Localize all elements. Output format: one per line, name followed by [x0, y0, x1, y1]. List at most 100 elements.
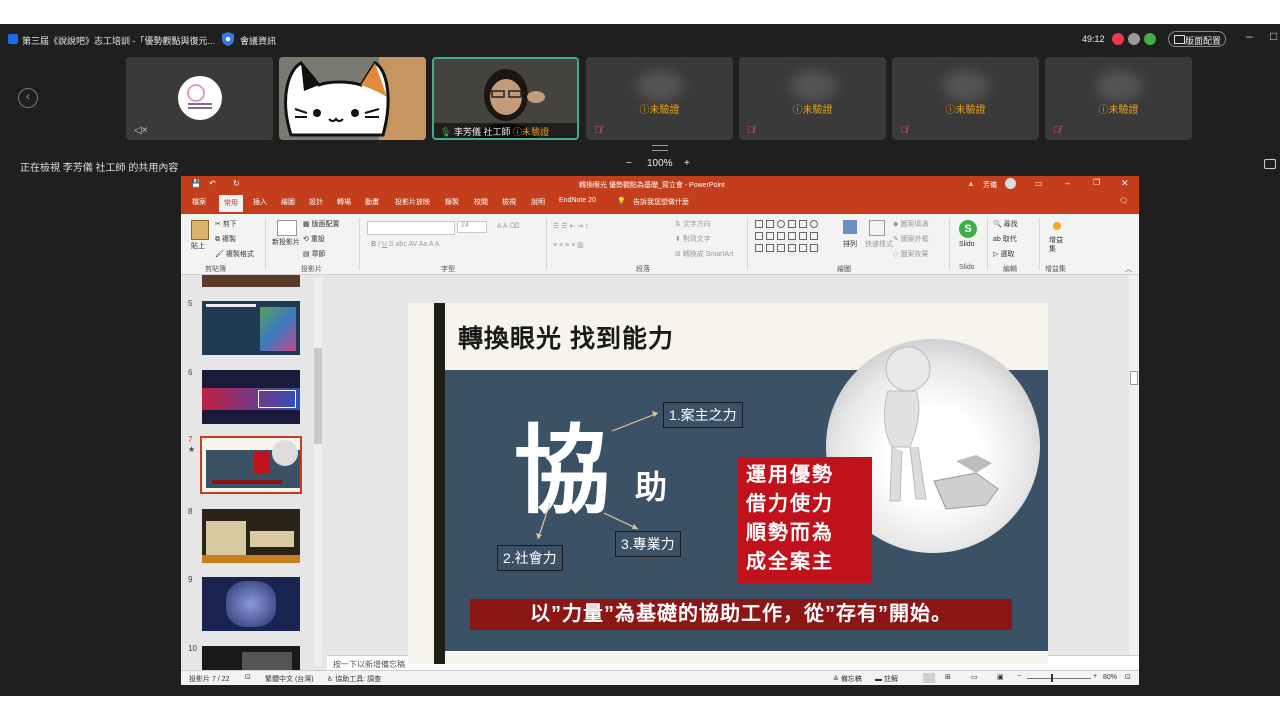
tab-home[interactable]: 常用 [219, 195, 243, 212]
tab-draw[interactable]: 繪圖 [281, 197, 295, 207]
resize-handle[interactable] [652, 145, 668, 151]
participant-tile-4[interactable]: ⓘ未驗證 🎙̸ [586, 57, 733, 140]
quick-styles-button[interactable]: 快速樣式 [865, 239, 893, 249]
current-slide[interactable]: 轉換眼光 找到能力 協 助 1.案主之力 2.社會力 3.專業力 運用優勢 借力… [408, 303, 1048, 664]
thumbnail-scrollbar[interactable] [314, 278, 322, 666]
reset-button[interactable]: ⟲ 重設 [303, 234, 325, 244]
slideshow-view-icon[interactable]: ▣ [997, 673, 1004, 681]
convert-smartart-button[interactable]: ⊞ 轉換成 SmartArt [675, 249, 733, 259]
find-button[interactable]: 🔍 尋找 [993, 219, 1018, 229]
participant-tile-5[interactable]: ⓘ未驗證 🎙̸ [739, 57, 886, 140]
slide-thumbnail-5[interactable] [202, 301, 300, 355]
align-buttons[interactable]: ≡ ≡ ≡ ≡ ▥ [553, 241, 584, 249]
participant-tile-logo[interactable]: ◁× [126, 57, 273, 140]
tab-design[interactable]: 設計 [309, 197, 323, 207]
zoom-out-icon[interactable]: − [1017, 673, 1021, 680]
settings-icon[interactable] [1128, 33, 1140, 45]
scrollbar-thumb[interactable] [1130, 371, 1138, 385]
font-size-field[interactable]: 24 [457, 221, 487, 233]
text-direction-button[interactable]: ⇅ 文字方向 [675, 219, 711, 229]
slide-thumbnail-9[interactable] [202, 577, 300, 631]
shape-outline-button[interactable]: ✎ 圖案外框 [893, 234, 929, 244]
slido-icon[interactable]: S [959, 220, 977, 238]
normal-view-icon[interactable] [923, 673, 935, 683]
participant-tile-7[interactable]: ⓘ未驗證 🎙̸ [1045, 57, 1192, 140]
tab-review[interactable]: 校閱 [474, 197, 488, 207]
participant-tile-cat[interactable] [279, 57, 426, 140]
comments-toggle-button[interactable]: ▬ 註解 [875, 674, 898, 684]
zoom-slider[interactable] [1027, 678, 1091, 679]
quick-styles-icon[interactable] [869, 220, 885, 236]
reading-view-icon[interactable]: ▭ [971, 673, 978, 681]
tab-transitions[interactable]: 轉場 [337, 197, 351, 207]
slide-thumbnail-6[interactable] [202, 370, 300, 424]
sorter-view-icon[interactable]: ⊞ [945, 673, 951, 681]
paste-icon[interactable] [191, 220, 209, 240]
shapes-gallery[interactable] [755, 220, 829, 254]
zoom-out-button[interactable]: − [626, 158, 632, 169]
slido-button[interactable]: Slido [959, 241, 975, 248]
addin-button[interactable]: 增益集 [1049, 236, 1065, 254]
meeting-info-link[interactable]: 會議資訊 [240, 34, 276, 47]
accessibility-status[interactable]: ♿ 協助工具: 調查 [327, 674, 381, 684]
slide-thumbnail-7-selected[interactable] [200, 436, 302, 494]
tab-record[interactable]: 錄製 [445, 197, 459, 207]
tab-view[interactable]: 檢視 [502, 197, 516, 207]
shape-effects-button[interactable]: ◇ 圖案效果 [893, 249, 928, 259]
language-status[interactable]: 繁體中文 (台灣) [265, 674, 314, 684]
spellcheck-icon[interactable]: ⊡ [245, 673, 251, 681]
fit-slide-icon[interactable]: ⊡ [1125, 673, 1131, 681]
cut-button[interactable]: ✂ 剪下 [215, 219, 237, 229]
notes-toggle-button[interactable]: ≙ 備忘稿 [833, 674, 862, 684]
zoom-in-icon[interactable]: + [1093, 673, 1097, 680]
paste-button[interactable]: 貼上 [191, 241, 205, 251]
participant-tile-6[interactable]: ⓘ未驗證 🎙̸ [892, 57, 1039, 140]
tab-slideshow[interactable]: 投影片放映 [395, 197, 430, 207]
slide-thumbnail-8[interactable] [202, 509, 300, 563]
user-avatar[interactable] [1005, 178, 1016, 189]
zoom-in-button[interactable]: + [684, 158, 690, 169]
maximize-button[interactable]: □ [1270, 29, 1277, 43]
security-icon[interactable] [1144, 33, 1156, 45]
font-grow-shrink[interactable]: A A ⌫ [497, 222, 519, 230]
prev-participants-button[interactable]: ‹ [18, 88, 38, 108]
select-button[interactable]: ▷ 選取 [993, 249, 1014, 259]
ppt-minimize-button[interactable]: – [1065, 178, 1070, 188]
copy-button[interactable]: ⧉ 複製 [215, 234, 236, 244]
slide-thumbnail-10[interactable] [202, 646, 300, 670]
arrange-icon[interactable] [843, 220, 857, 234]
replace-button[interactable]: ab 取代 [993, 234, 1017, 244]
collapse-ribbon-icon[interactable]: ︿ [1125, 264, 1132, 274]
ribbon-display-icon[interactable]: ▭ [1035, 179, 1043, 188]
tell-me-search[interactable]: 告訴我您想做什麼 [633, 197, 689, 207]
font-name-field[interactable] [367, 221, 455, 235]
tab-endnote[interactable]: EndNote 20 [559, 197, 596, 204]
section-dropdown[interactable]: ▤ 章節 [303, 249, 326, 259]
font-style-buttons[interactable]: B I U S abc AV Aa A A [371, 241, 439, 248]
addin-icon[interactable] [1053, 222, 1061, 230]
tab-file[interactable]: 檔案 [192, 197, 206, 207]
redo-icon[interactable]: ↻ [233, 179, 240, 188]
align-text-button[interactable]: ⬍ 對齊文字 [675, 234, 711, 244]
slide-thumbnail[interactable] [202, 275, 300, 287]
tab-help[interactable]: 說明 [531, 197, 545, 207]
save-icon[interactable]: 💾 [191, 179, 201, 188]
tab-animations[interactable]: 動畫 [365, 197, 379, 207]
minimize-button[interactable]: – [1246, 29, 1253, 43]
layout-dropdown[interactable]: ▦ 版面配置 [303, 219, 340, 229]
zoom-percentage[interactable]: 80% [1103, 674, 1117, 681]
canvas-scrollbar[interactable] [1129, 275, 1139, 655]
ppt-restore-button[interactable]: ❐ [1093, 178, 1100, 187]
arrange-button[interactable]: 排列 [843, 239, 857, 249]
participant-tile-active-speaker[interactable]: 🎙 李芳儀 社工師 ⓘ未驗證 [432, 57, 579, 140]
comment-icon[interactable]: 🗨 [1119, 197, 1128, 205]
layout-button[interactable]: 版面配置 [1168, 31, 1226, 47]
new-slide-icon[interactable] [277, 220, 297, 236]
undo-icon[interactable]: ↶ [209, 179, 216, 188]
zoom-slider-thumb[interactable] [1051, 674, 1053, 682]
ppt-close-button[interactable]: ✕ [1121, 178, 1129, 189]
shield-icon[interactable] [222, 32, 234, 46]
popout-icon[interactable] [1264, 159, 1276, 169]
format-painter-button[interactable]: 🖌 複製格式 [215, 249, 254, 259]
shape-fill-button[interactable]: ◆ 圖案填滿 [893, 219, 928, 229]
